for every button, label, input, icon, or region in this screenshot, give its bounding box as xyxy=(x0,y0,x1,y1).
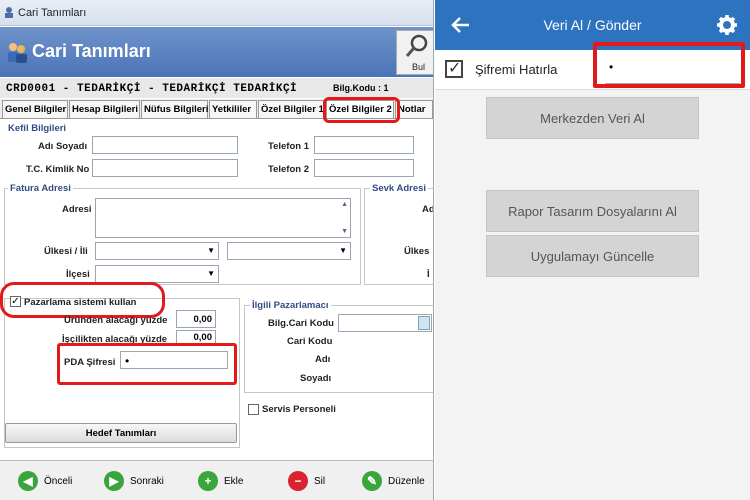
tc-label: T.C. Kimlik No xyxy=(26,164,90,175)
sifremi-hatirla-checkbox[interactable]: ✓ xyxy=(445,60,463,78)
check-icon: ✓ xyxy=(448,60,462,77)
title-bar: Cari Tanımları xyxy=(0,0,433,26)
ilcesi-label: İlçesi xyxy=(66,269,90,280)
chevron-down-icon: ▼ xyxy=(207,246,215,255)
hedef-tanimlari-button[interactable]: Hedef Tanımları xyxy=(5,423,237,443)
tab-notlar[interactable]: Notlar xyxy=(395,100,433,118)
ulkesi-label: Ülkesi / İli xyxy=(44,246,88,257)
servis-personeli-checkbox[interactable] xyxy=(248,404,259,415)
iscilik-value: 0,00 xyxy=(193,332,213,343)
adi-label: Adı xyxy=(315,354,331,365)
tab-yetkililer[interactable]: Yetkililer xyxy=(209,100,257,118)
highlight-pda-sifresi xyxy=(57,343,237,385)
ekle-button[interactable]: + Ekle xyxy=(198,469,243,493)
uygulamayi-guncelle-button[interactable]: Uygulamayı Güncelle xyxy=(486,235,699,277)
minus-icon: − xyxy=(288,471,308,491)
sevk-title: Sevk Adresi xyxy=(370,183,429,194)
bilg-cari-kodu-field[interactable] xyxy=(338,314,432,332)
app-icon xyxy=(4,6,14,18)
bul-button[interactable]: Bul xyxy=(396,30,433,75)
sevk-adresi-label: Ad xyxy=(422,204,434,215)
plus-icon: + xyxy=(198,471,218,491)
telefon1-field[interactable] xyxy=(314,136,414,154)
tab-hesap-bilgileri[interactable]: Hesap Bilgileri xyxy=(69,100,140,118)
hedef-label: Hedef Tanımları xyxy=(85,428,157,439)
telefon1-label: Telefon 1 xyxy=(268,141,309,152)
sil-button[interactable]: − Sil xyxy=(288,469,325,493)
rapor-label: Rapor Tasarım Dosyalarını Al xyxy=(508,203,677,219)
window-title: Cari Tanımları xyxy=(18,7,87,19)
page-header: Cari Tanımları xyxy=(0,27,433,77)
bul-label: Bul xyxy=(412,62,426,72)
telefon2-label: Telefon 2 xyxy=(268,164,309,175)
ilce-select[interactable]: ▼ xyxy=(95,265,219,283)
sonraki-label: Sonraki xyxy=(130,475,164,487)
guncelle-label: Uygulamayı Güncelle xyxy=(530,248,655,264)
tab-ozel-bilgiler-1[interactable]: Özel Bilgiler 1 xyxy=(258,100,325,118)
iscilik-field[interactable]: 0,00 xyxy=(176,330,216,344)
sevk-ilcesi-label: İ xyxy=(427,269,430,280)
highlight-password xyxy=(593,42,745,88)
onceki-label: Önceli xyxy=(44,475,73,487)
arrow-left-icon: ◀ xyxy=(18,471,38,491)
sonraki-button[interactable]: ▶ Sonraki xyxy=(104,469,164,493)
bilg-cari-kodu-label: Bilg.Cari Kodu xyxy=(268,318,334,329)
servis-personeli-label: Servis Personeli xyxy=(262,404,336,415)
adi-soyadi-field[interactable] xyxy=(92,136,238,154)
cari-tanimlari-window: Cari Tanımları Cari Tanımları Bul CRD000… xyxy=(0,0,434,500)
edit-icon: ✎ xyxy=(362,471,382,491)
search-icon xyxy=(405,34,429,60)
ekle-label: Ekle xyxy=(224,475,244,487)
merkezden-veri-al-button[interactable]: Merkezden Veri Al xyxy=(486,97,699,139)
fatura-title: Fatura Adresi xyxy=(8,183,73,194)
ilgili-title: İlgili Pazarlamacı xyxy=(250,300,331,311)
sil-label: Sil xyxy=(314,475,326,487)
cari-info-bar: CRD0001 - TEDARİKÇİ - TEDARİKÇİ TEDARİKÇ… xyxy=(0,78,433,98)
highlight-pazarlama xyxy=(0,282,165,318)
cari-code: CRD0001 - TEDARİKÇİ - TEDARİKÇİ TEDARİKÇ… xyxy=(6,83,298,95)
users-icon xyxy=(6,41,28,63)
gear-icon[interactable] xyxy=(716,14,738,36)
bottom-toolbar: ◀ Önceli ▶ Sonraki + Ekle − Sil ✎ Düzenl… xyxy=(0,460,433,500)
sevk-group xyxy=(364,188,433,285)
arrow-right-icon: ▶ xyxy=(104,471,124,491)
telefon2-field[interactable] xyxy=(314,159,414,177)
adresi-field[interactable]: ▲ ▼ xyxy=(95,198,351,238)
cari-kodu-label: Cari Kodu xyxy=(287,336,333,347)
sevk-ulkesi-label: Ülkes xyxy=(404,246,430,257)
highlight-ozel-bilgiler-2 xyxy=(323,97,400,123)
bilg-kodu: Bilg.Kodu : 1 xyxy=(333,83,389,93)
soyadi-label: Soyadı xyxy=(300,373,332,384)
merkezden-label: Merkezden Veri Al xyxy=(540,110,645,126)
veri-al-gonder-screen: Veri Al / Gönder ✓ Şifremi Hatırla • Mer… xyxy=(435,0,750,500)
tab-genel-bilgiler[interactable]: Genel Bilgiler xyxy=(2,100,68,118)
ulke-select[interactable]: ▼ xyxy=(95,242,219,260)
lookup-icon[interactable] xyxy=(418,316,430,330)
duzenle-label: Düzenle xyxy=(388,475,425,487)
rapor-tasarim-button[interactable]: Rapor Tasarım Dosyalarını Al xyxy=(486,190,699,232)
adresi-label: Adresi xyxy=(62,204,92,215)
urun-value: 0,00 xyxy=(193,314,213,325)
scroll-down-icon[interactable]: ▼ xyxy=(341,228,348,235)
il-select[interactable]: ▼ xyxy=(227,242,351,260)
chevron-down-icon: ▼ xyxy=(339,246,347,255)
tab-nufus-bilgileri[interactable]: Nüfus Bilgileri xyxy=(141,100,208,118)
tc-field[interactable] xyxy=(92,159,238,177)
urun-field[interactable]: 0,00 xyxy=(176,310,216,328)
scroll-up-icon[interactable]: ▲ xyxy=(341,201,348,208)
urun-label: Üründen alacağı yüzde xyxy=(64,315,168,326)
kefil-title: Kefil Bilgileri xyxy=(8,123,67,134)
chevron-down-icon: ▼ xyxy=(207,269,215,278)
onceki-button[interactable]: ◀ Önceli xyxy=(18,469,72,493)
sifremi-hatirla-label: Şifremi Hatırla xyxy=(475,62,558,77)
screen-title: Veri Al / Gönder xyxy=(543,17,642,33)
duzenle-button[interactable]: ✎ Düzenle xyxy=(362,469,425,493)
page-title: Cari Tanımları xyxy=(32,41,151,61)
adi-soyadi-label: Adı Soyadı xyxy=(38,141,88,152)
